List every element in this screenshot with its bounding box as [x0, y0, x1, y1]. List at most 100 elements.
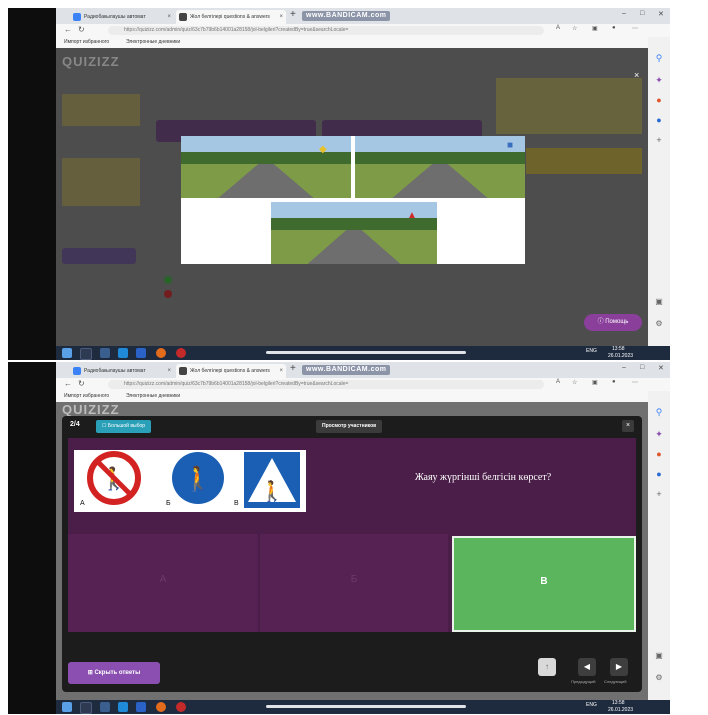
- refresh-icon[interactable]: ↻: [78, 379, 85, 388]
- tab-label: Жол белгілері questions & answers: [190, 14, 270, 20]
- taskview-icon[interactable]: [100, 348, 110, 358]
- bookmark-import[interactable]: Импорт избранного: [64, 391, 109, 402]
- read-aloud-icon[interactable]: A: [556, 25, 560, 31]
- answer-option-b[interactable]: Б: [260, 534, 448, 632]
- maximize-icon[interactable]: □: [640, 10, 644, 17]
- back-icon[interactable]: ←: [64, 379, 72, 388]
- previous-button[interactable]: ◀: [578, 658, 596, 676]
- bookmark-diaries[interactable]: Электронные дневники: [126, 391, 180, 402]
- tab-close-icon[interactable]: ×: [167, 364, 171, 378]
- question-panel: 2/4 ☐ Большой выбор Просмотр участников …: [62, 416, 642, 692]
- warning-sign-icon: ▲: [407, 210, 417, 221]
- office-icon[interactable]: ●: [654, 449, 664, 459]
- url-field[interactable]: https://quizizz.com/admin/quiz/63c7b79b6…: [108, 26, 544, 35]
- tab-radio[interactable]: Радиобакылаушы автомат ×: [70, 10, 174, 24]
- question-body: 🚶 🚶 🚶 А Б В Жая: [68, 438, 636, 632]
- help-label: Помощь: [605, 319, 629, 325]
- search-taskbar-icon[interactable]: [80, 702, 92, 714]
- search-icon[interactable]: ⚲: [654, 407, 664, 418]
- store-icon[interactable]: [136, 702, 146, 712]
- pedestrian-signs-illustration: 🚶 🚶 🚶: [87, 451, 300, 508]
- answer-label: В: [540, 576, 548, 587]
- store-icon[interactable]: [136, 348, 146, 358]
- signs-image: 🚶 🚶 🚶 А Б В: [74, 450, 306, 512]
- answer-option-a[interactable]: А: [68, 534, 258, 632]
- tab-close-icon[interactable]: ×: [279, 10, 283, 24]
- large-choice-button[interactable]: ☐ Большой выбор: [96, 420, 151, 433]
- help-button[interactable]: ⓘ Помощь: [584, 314, 642, 331]
- sign-letter-b: Б: [166, 500, 171, 507]
- settings-icon[interactable]: ⚙: [654, 673, 664, 682]
- layout-icon[interactable]: ▣: [654, 651, 664, 660]
- screenshot-question: Радиобакылаушы автомат × Жол белгілері q…: [8, 362, 670, 714]
- video-progress-bar[interactable]: [266, 705, 466, 708]
- start-icon[interactable]: [62, 348, 72, 358]
- record-icon[interactable]: [176, 702, 186, 712]
- language-indicator[interactable]: ENG: [586, 702, 597, 708]
- search-icon[interactable]: ⚲: [654, 53, 664, 64]
- minimize-icon[interactable]: –: [622, 364, 626, 371]
- bookmark-diaries[interactable]: Электронные дневники: [126, 37, 180, 48]
- outlook-icon[interactable]: ●: [654, 115, 664, 125]
- collections-icon[interactable]: ▣: [592, 25, 598, 32]
- start-icon[interactable]: [62, 702, 72, 712]
- settings-icon[interactable]: ⚙: [654, 319, 664, 328]
- new-tab-icon[interactable]: +: [290, 9, 296, 20]
- read-aloud-icon[interactable]: A: [556, 379, 560, 385]
- maximize-icon[interactable]: □: [640, 364, 644, 371]
- sparkle-icon[interactable]: ✦: [654, 75, 664, 86]
- quizizz-logo: QUIZIZZ: [62, 402, 120, 417]
- window-close-icon[interactable]: ✕: [658, 364, 664, 372]
- firefox-icon[interactable]: [156, 702, 166, 712]
- edge-taskbar-icon[interactable]: [118, 702, 128, 712]
- black-border: [8, 362, 56, 714]
- add-icon[interactable]: +: [654, 135, 664, 145]
- tab-radio[interactable]: Радиобакылаушы автомат ×: [70, 364, 174, 378]
- hide-answers-button[interactable]: ⊞ Скрыть ответы: [68, 662, 160, 684]
- minimize-icon[interactable]: –: [622, 10, 626, 17]
- bookmark-import[interactable]: Импорт избранного: [64, 37, 109, 48]
- window-close-icon[interactable]: ✕: [658, 10, 664, 18]
- answer-option-c-correct[interactable]: В: [452, 536, 636, 632]
- tab-favicon: [73, 367, 81, 375]
- back-icon[interactable]: ←: [64, 25, 72, 34]
- refresh-icon[interactable]: ↻: [78, 25, 85, 34]
- large-choice-label: Большой выбор: [107, 423, 145, 429]
- close-icon[interactable]: ×: [622, 420, 634, 432]
- taskview-icon[interactable]: [100, 702, 110, 712]
- search-taskbar-icon[interactable]: [80, 348, 92, 360]
- layout-icon[interactable]: ▣: [654, 297, 664, 306]
- question-text: Жаяу жүргінші белгісін көрсет?: [414, 472, 552, 483]
- menu-icon[interactable]: ⋯: [632, 25, 638, 32]
- question-view-background: QUIZIZZ 2/4 ☐ Большой выбор Просмотр уча…: [56, 402, 648, 700]
- tab-quizizz[interactable]: Жол белгілері questions & answers ×: [176, 364, 286, 378]
- outlook-icon[interactable]: ●: [654, 469, 664, 479]
- office-icon[interactable]: ●: [654, 95, 664, 105]
- tab-close-icon[interactable]: ×: [279, 364, 283, 378]
- language-indicator[interactable]: ENG: [586, 348, 597, 354]
- tab-quizizz[interactable]: Жол белгілері questions & answers ×: [176, 10, 286, 24]
- edge-sidebar: ⚲ ✦ ● ● + ▣ ⚙: [648, 391, 670, 700]
- image-preview-modal: ◆ ■ ▲: [181, 136, 525, 264]
- menu-icon[interactable]: ⋯: [632, 379, 638, 386]
- record-icon[interactable]: [176, 348, 186, 358]
- add-icon[interactable]: +: [654, 489, 664, 499]
- edge-taskbar-icon[interactable]: [118, 348, 128, 358]
- favorite-icon[interactable]: ☆: [572, 379, 577, 386]
- new-tab-icon[interactable]: +: [290, 363, 296, 374]
- next-button[interactable]: ▶: [610, 658, 628, 676]
- favorite-icon[interactable]: ☆: [572, 25, 577, 32]
- participant-preview-button[interactable]: Просмотр участников: [316, 420, 383, 433]
- profile-icon[interactable]: ●: [612, 25, 616, 31]
- modal-close-icon[interactable]: ×: [634, 70, 639, 80]
- tab-close-icon[interactable]: ×: [167, 10, 171, 24]
- tab-label: Жол белгілері questions & answers: [190, 368, 270, 374]
- collections-icon[interactable]: ▣: [592, 379, 598, 386]
- reveal-icon[interactable]: ↑: [538, 658, 556, 676]
- video-progress-bar[interactable]: [266, 351, 466, 354]
- url-field[interactable]: https://quizizz.com/admin/quiz/63c7b79b6…: [108, 380, 544, 389]
- sparkle-icon[interactable]: ✦: [654, 429, 664, 440]
- profile-icon[interactable]: ●: [612, 379, 616, 385]
- priority-road-sign-icon: ◆: [319, 144, 327, 155]
- firefox-icon[interactable]: [156, 348, 166, 358]
